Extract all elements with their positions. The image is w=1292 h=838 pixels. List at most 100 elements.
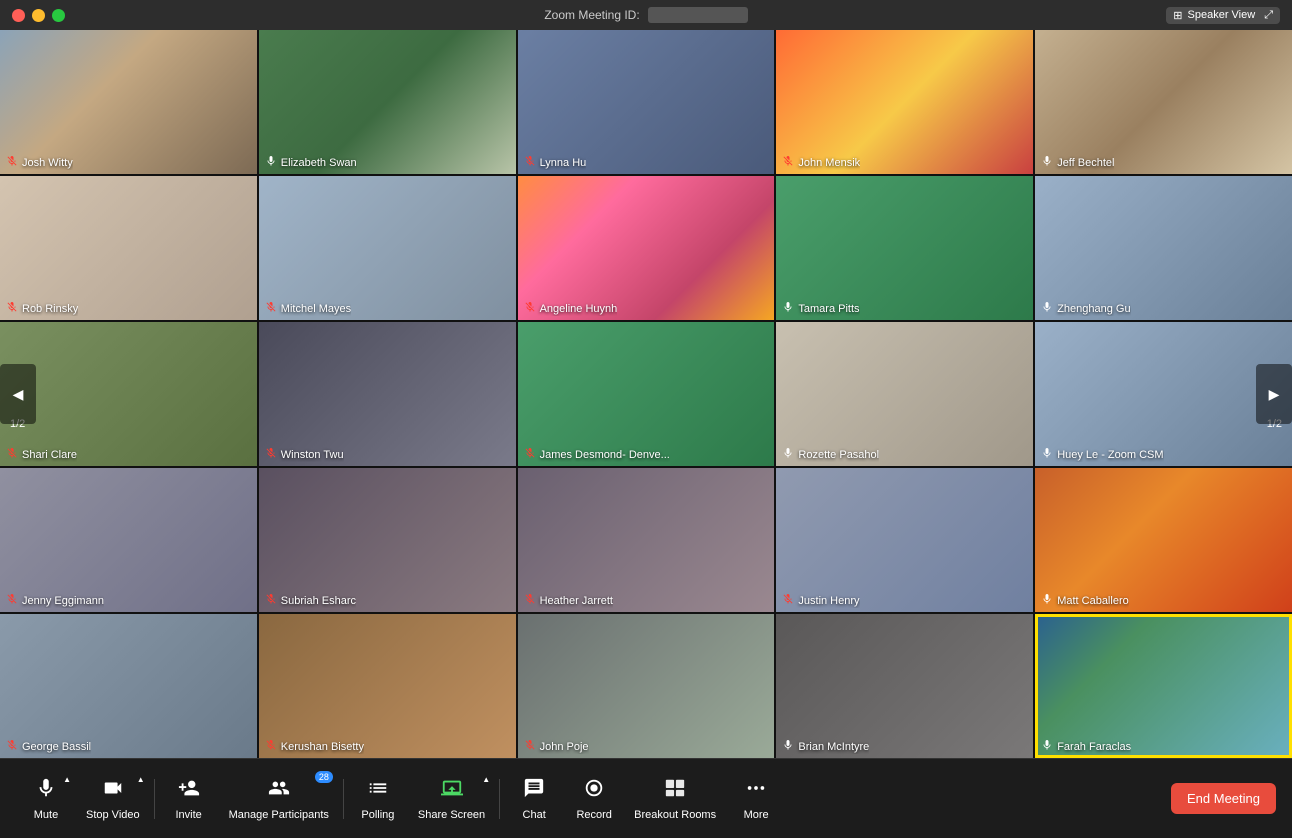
video-cell[interactable]: Farah Faraclas — [1035, 614, 1292, 758]
participant-name: Mitchel Mayes — [265, 301, 351, 316]
video-cell[interactable]: Huey Le - Zoom CSM — [1035, 322, 1292, 466]
end-meeting-button[interactable]: End Meeting — [1171, 783, 1276, 814]
nav-arrow-left[interactable]: ◀ — [0, 364, 36, 424]
name-text: Lynna Hu — [540, 157, 587, 169]
participant-video — [518, 176, 775, 320]
video-cell[interactable]: John Mensik — [776, 30, 1033, 174]
participant-video — [1035, 176, 1292, 320]
mute-caret[interactable]: ▲ — [63, 775, 71, 784]
name-text: Angeline Huynh — [540, 303, 618, 315]
participant-name: John Mensik — [782, 155, 860, 170]
participant-video — [776, 322, 1033, 466]
mic-muted-icon — [265, 301, 277, 316]
stop-video-button[interactable]: Stop Video ▲ — [76, 759, 150, 838]
record-button[interactable]: Record — [564, 759, 624, 838]
mic-muted-icon — [6, 301, 18, 316]
polling-label: Polling — [361, 809, 394, 821]
video-cell[interactable]: Justin Henry — [776, 468, 1033, 612]
mute-button[interactable]: Mute ▲ — [16, 759, 76, 838]
participant-name: Kerushan Bisetty — [265, 739, 364, 754]
name-text: Mitchel Mayes — [281, 303, 351, 315]
video-cell[interactable]: Mitchel Mayes — [259, 176, 516, 320]
video-cell[interactable]: Rozette Pasahol — [776, 322, 1033, 466]
video-cell[interactable]: George Bassil — [0, 614, 257, 758]
participant-name: Winston Twu — [265, 447, 344, 462]
name-text: Farah Faraclas — [1057, 741, 1131, 753]
video-cell[interactable]: Jeff Bechtel — [1035, 30, 1292, 174]
name-text: Elizabeth Swan — [281, 157, 357, 169]
video-cell[interactable]: Brian McIntyre — [776, 614, 1033, 758]
mic-muted-icon — [524, 155, 536, 170]
video-cell[interactable]: Zhenghang Gu — [1035, 176, 1292, 320]
video-cell[interactable]: James Desmond- Denve... — [518, 322, 775, 466]
meeting-id-bar: Zoom Meeting ID: — [544, 7, 747, 23]
mic-muted-icon — [265, 447, 277, 462]
name-text: Rob Rinsky — [22, 303, 78, 315]
name-text: Brian McIntyre — [798, 741, 869, 753]
invite-label: Invite — [175, 809, 201, 821]
video-cell[interactable]: Winston Twu — [259, 322, 516, 466]
participant-name: Farah Faraclas — [1041, 739, 1131, 754]
mic-muted-icon — [524, 593, 536, 608]
video-cell[interactable]: Jenny Eggimann — [0, 468, 257, 612]
mic-muted-icon — [6, 739, 18, 754]
divider-1 — [154, 779, 155, 819]
video-cell[interactable]: Rob Rinsky — [0, 176, 257, 320]
share-caret[interactable]: ▲ — [482, 775, 490, 784]
mic-muted-icon — [6, 447, 18, 462]
stop-video-label: Stop Video — [86, 809, 140, 821]
video-cell[interactable]: Tamara Pitts — [776, 176, 1033, 320]
video-cell[interactable]: Kerushan Bisetty — [259, 614, 516, 758]
share-screen-button[interactable]: Share Screen ▲ — [408, 759, 495, 838]
mic-active-icon — [1041, 155, 1053, 170]
polling-button[interactable]: Polling — [348, 759, 408, 838]
participant-name: Jenny Eggimann — [6, 593, 104, 608]
traffic-lights — [12, 9, 65, 22]
video-cell[interactable]: Matt Caballero — [1035, 468, 1292, 612]
participant-name: Heather Jarrett — [524, 593, 613, 608]
mic-muted-icon — [6, 155, 18, 170]
participant-video — [1035, 614, 1292, 758]
close-button[interactable] — [12, 9, 25, 22]
mic-active-icon — [782, 447, 794, 462]
breakout-rooms-button[interactable]: Breakout Rooms — [624, 759, 726, 838]
video-caret[interactable]: ▲ — [137, 775, 145, 784]
video-cell[interactable]: John Poje — [518, 614, 775, 758]
chat-button[interactable]: Chat — [504, 759, 564, 838]
participant-video — [518, 322, 775, 466]
video-cell[interactable]: Lynna Hu — [518, 30, 775, 174]
meeting-id-label: Zoom Meeting ID: — [544, 8, 639, 22]
participant-name: Justin Henry — [782, 593, 859, 608]
video-cell[interactable]: Shari Clare — [0, 322, 257, 466]
video-cell[interactable]: Josh Witty — [0, 30, 257, 174]
participant-video — [1035, 322, 1292, 466]
participants-icon — [268, 777, 290, 805]
name-text: James Desmond- Denve... — [540, 449, 670, 461]
nav-arrow-right[interactable]: ▶ — [1256, 364, 1292, 424]
manage-participants-button[interactable]: 28 Manage Participants — [219, 759, 339, 838]
mic-active-icon — [782, 739, 794, 754]
participant-name: James Desmond- Denve... — [524, 447, 670, 462]
invite-icon — [178, 777, 200, 805]
participant-video — [518, 614, 775, 758]
more-button[interactable]: More — [726, 759, 786, 838]
record-label: Record — [576, 809, 611, 821]
video-cell[interactable]: Heather Jarrett — [518, 468, 775, 612]
divider-3 — [499, 779, 500, 819]
video-cell[interactable]: Angeline Huynh — [518, 176, 775, 320]
video-cell[interactable]: Elizabeth Swan — [259, 30, 516, 174]
invite-button[interactable]: Invite — [159, 759, 219, 838]
participant-video — [0, 176, 257, 320]
name-text: Justin Henry — [798, 595, 859, 607]
chat-label: Chat — [523, 809, 546, 821]
name-text: Subriah Esharc — [281, 595, 356, 607]
participant-name: Angeline Huynh — [524, 301, 618, 316]
mic-icon — [35, 777, 57, 805]
participant-name: Subriah Esharc — [265, 593, 356, 608]
participant-video — [1035, 468, 1292, 612]
video-cell[interactable]: Subriah Esharc — [259, 468, 516, 612]
minimize-button[interactable] — [32, 9, 45, 22]
mic-muted-icon — [524, 301, 536, 316]
speaker-view-button[interactable]: ⊞ Speaker View ⤢ — [1166, 7, 1280, 24]
maximize-button[interactable] — [52, 9, 65, 22]
